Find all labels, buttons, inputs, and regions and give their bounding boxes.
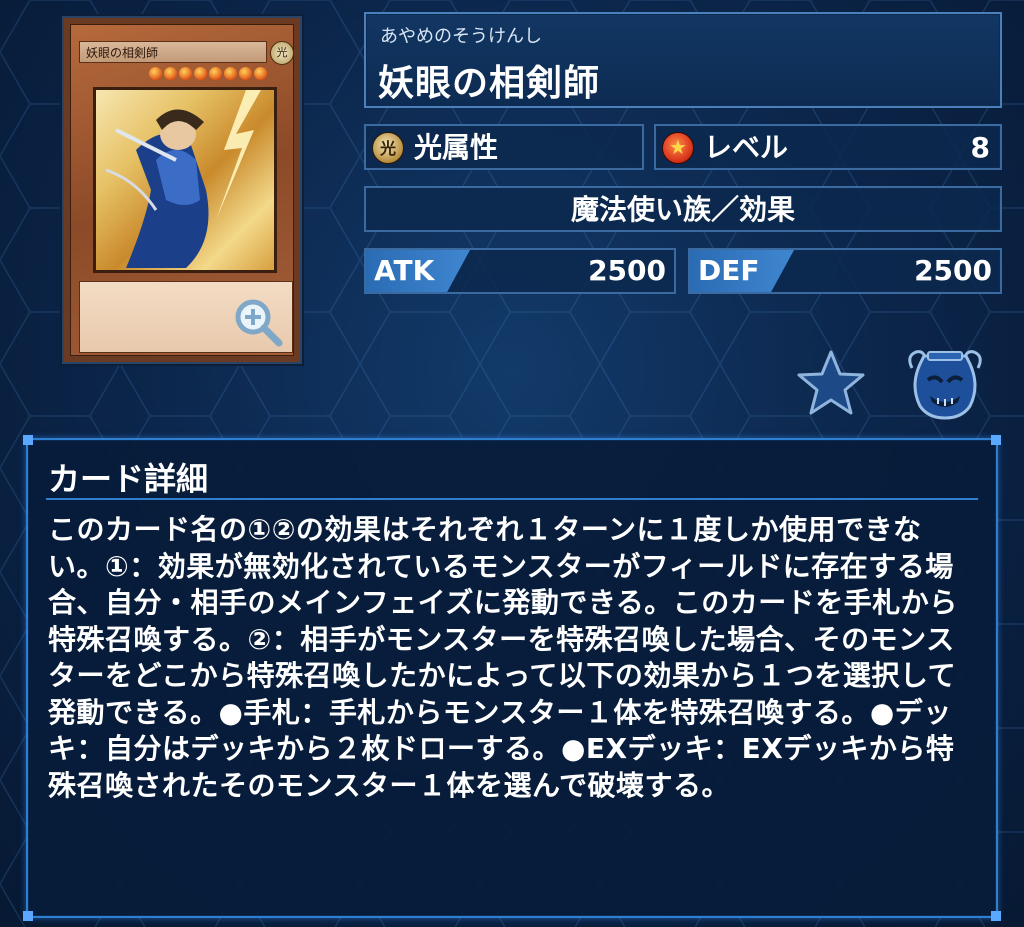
level-value: 8 [970,131,990,164]
panel-corner [23,911,33,921]
pot-of-greed-icon[interactable] [904,346,986,420]
def-label: DEF [698,254,760,287]
panel-corner [23,435,33,445]
card-name-panel: あやめのそうけんし 妖眼の相剣師 [364,12,1002,108]
attribute-label: 光属性 [414,131,499,164]
card-level-star [254,67,267,80]
card-level-star [224,67,237,80]
level-label: レベル [704,131,789,164]
atk-value: 2500 [588,254,666,287]
type-panel: 魔法使い族／効果 [364,186,1002,232]
card-image[interactable]: 妖眼の相剣師 光 [62,16,302,364]
card-attribute-glyph: 光 [270,41,294,65]
magnifier-plus-icon[interactable] [231,295,287,351]
attribute-panel: 光 光属性 [364,124,644,170]
card-name: 妖眼の相剣師 [378,63,601,104]
panel-corner [991,435,1001,445]
atk-label: ATK [374,254,435,287]
card-level-star [149,67,162,80]
card-effect-text: このカード名の①②の効果はそれぞれ１ターンに１度しか使用できない。①：効果が無効… [48,513,958,802]
level-star-icon: ★ [662,132,694,164]
atk-panel: ATK 2500 [364,248,676,294]
card-level-star [209,67,222,80]
card-name-reading: あやめのそうけんし [380,26,542,47]
card-details-divider [46,498,978,500]
card-level-star [194,67,207,80]
monster-type: 魔法使い族／効果 [570,193,795,226]
level-panel: ★ レベル 8 [654,124,1002,170]
def-value: 2500 [914,254,992,287]
card-level-star [179,67,192,80]
card-frame: 妖眼の相剣師 光 [70,24,294,356]
card-artwork-illustration [105,90,261,268]
card-level-star [164,67,177,80]
card-name-on-card: 妖眼の相剣師 [79,41,267,63]
light-attribute-icon: 光 [372,132,404,164]
card-details-panel: カード詳細 このカード名の①②の効果はそれぞれ１ターンに１度しか使用できない。①… [23,435,1001,921]
card-level-star [239,67,252,80]
card-artwork [93,87,277,273]
card-details-title: カード詳細 [48,460,209,498]
panel-corner [991,911,1001,921]
def-panel: DEF 2500 [688,248,1002,294]
star-icon[interactable] [796,348,866,418]
card-level-stars [149,67,267,81]
